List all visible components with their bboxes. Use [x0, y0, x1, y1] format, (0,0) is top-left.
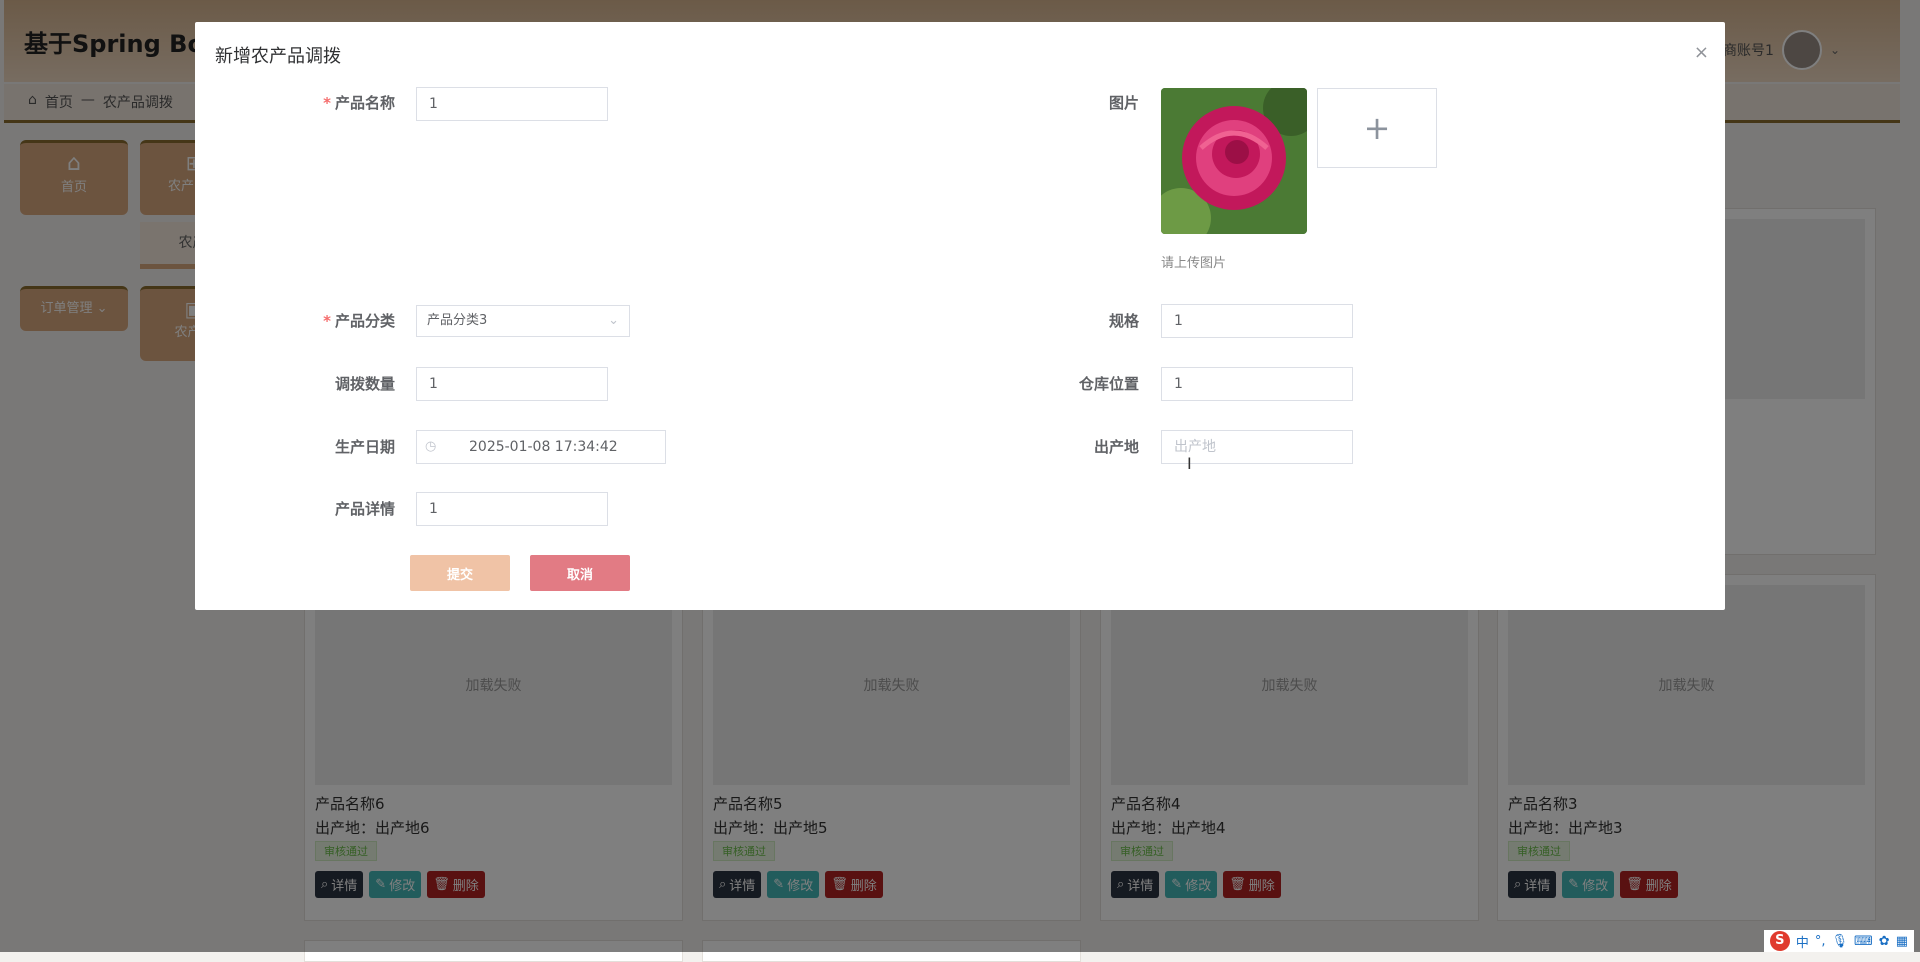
production-date-label: 生产日期 — [334, 438, 395, 456]
upload-tip: 请上传图片 — [1161, 256, 1227, 271]
sogou-logo-icon[interactable]: S — [1769, 931, 1790, 951]
category-label: * 产品分类 — [295, 310, 395, 331]
ime-mode[interactable]: 中 — [1796, 932, 1809, 951]
add-transfer-dialog: 新增农产品调拨 × * 产品名称 1 图片 + 请上传图片 * 产品分类 产品分类3… — [195, 22, 1725, 610]
product-name-label: * 产品名称 — [295, 92, 395, 113]
product-detail-label: 产品详情 — [334, 500, 395, 518]
warehouse-input[interactable]: 1 — [1161, 367, 1353, 401]
rose-image — [1161, 88, 1307, 234]
microphone-icon[interactable]: 🎙 — [1832, 934, 1849, 949]
spec-input[interactable]: 1 — [1161, 304, 1353, 338]
category-select[interactable]: 产品分类3 ⌄ — [416, 305, 630, 337]
product-name-input[interactable]: 1 — [416, 87, 608, 121]
clock-icon: ◷ — [425, 439, 437, 454]
cancel-button[interactable]: 取消 — [530, 555, 630, 591]
text-cursor-icon: I — [1187, 454, 1192, 473]
chevron-down-icon: ⌄ — [608, 313, 619, 328]
submit-button[interactable]: 提交 — [410, 555, 510, 591]
image-upload-button[interactable]: + — [1317, 88, 1437, 168]
plus-icon: + — [1363, 109, 1391, 147]
close-icon[interactable]: × — [1694, 42, 1709, 63]
production-date-value: 2025-01-08 17:34:42 — [469, 439, 618, 455]
required-mark: * — [323, 312, 331, 330]
grid-icon[interactable]: ▦ — [1896, 934, 1908, 949]
quantity-label: 调拨数量 — [334, 375, 395, 393]
origin-label: 出产地 — [1093, 438, 1139, 456]
quantity-input[interactable]: 1 — [416, 367, 608, 401]
product-name-label-text: 产品名称 — [334, 94, 395, 112]
category-label-text: 产品分类 — [334, 312, 395, 330]
category-value: 产品分类3 — [427, 313, 488, 328]
required-mark: * — [323, 94, 331, 112]
skin-icon[interactable]: ✿ — [1879, 934, 1890, 949]
ime-toolbar: S 中 °, 🎙 ⌨ ✿ ▦ — [1763, 930, 1914, 952]
image-label: 图片 — [1108, 94, 1139, 112]
image-preview[interactable] — [1161, 88, 1307, 234]
spec-label: 规格 — [1108, 312, 1139, 330]
dialog-title: 新增农产品调拨 — [215, 46, 341, 67]
punctuation-icon[interactable]: °, — [1815, 934, 1826, 949]
production-date-picker[interactable]: ◷ 2025-01-08 17:34:42 — [416, 430, 666, 464]
product-detail-input[interactable]: 1 — [416, 492, 608, 526]
warehouse-label: 仓库位置 — [1078, 375, 1139, 393]
keyboard-icon[interactable]: ⌨ — [1854, 934, 1873, 949]
